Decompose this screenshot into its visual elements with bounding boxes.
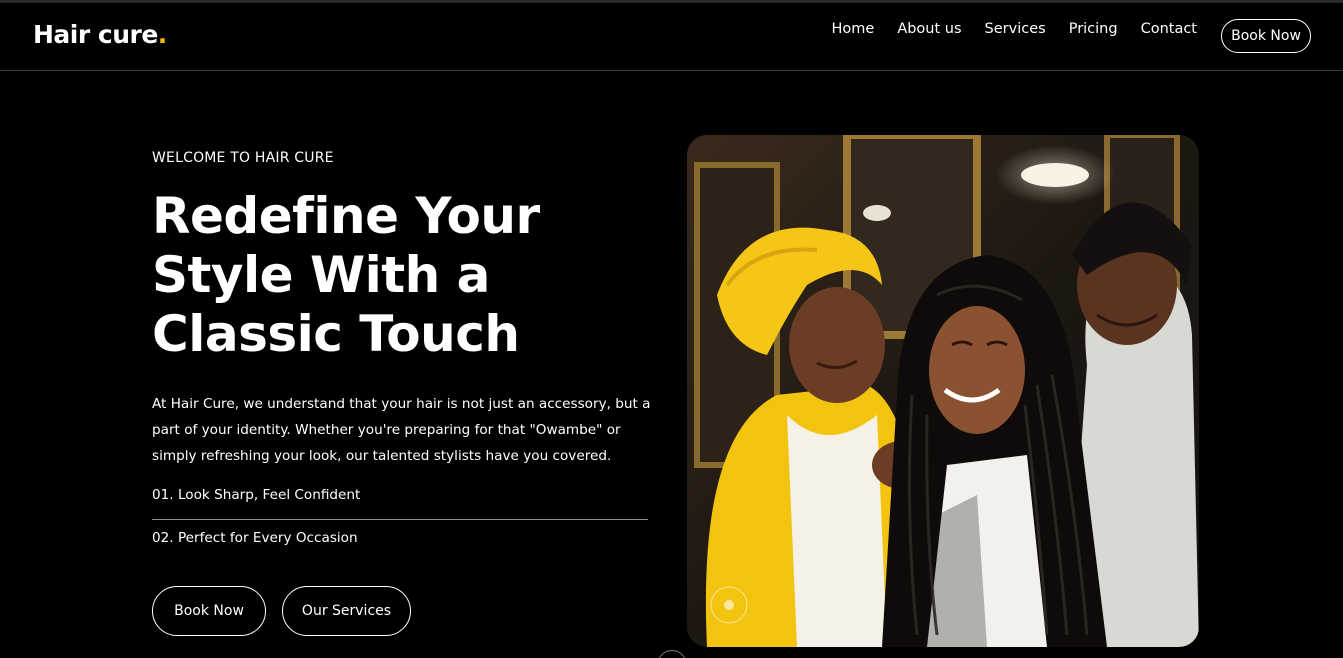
feature-item-1: 01. Look Sharp, Feel Confident: [152, 487, 361, 503]
feature-item-2: 02. Perfect for Every Occasion: [152, 530, 358, 546]
hero-photo: [687, 135, 1199, 647]
scroll-indicator-icon[interactable]: [657, 650, 687, 658]
logo-dot: .: [157, 20, 168, 49]
site-header: Hair cure. Home About us Services Pricin…: [0, 3, 1343, 71]
nav-services[interactable]: Services: [985, 21, 1046, 37]
nav-about-us[interactable]: About us: [897, 21, 961, 37]
hero-title: Redefine Your Style With a Classic Touch: [152, 187, 540, 363]
hero-book-now-button[interactable]: Book Now: [152, 586, 266, 636]
logo[interactable]: Hair cure.: [33, 20, 167, 49]
nav-pricing[interactable]: Pricing: [1069, 21, 1118, 37]
logo-text: Hair cure: [33, 20, 158, 49]
nav-home[interactable]: Home: [831, 21, 874, 37]
hero-text: WELCOME TO HAIR CURE Redefine Your Style…: [152, 150, 652, 364]
salon-photo-illustration: [687, 135, 1199, 647]
our-services-button[interactable]: Our Services: [282, 586, 411, 636]
hero-description: At Hair Cure, we understand that your ha…: [152, 396, 651, 464]
header-book-now-button[interactable]: Book Now: [1221, 19, 1311, 53]
main-nav: Home About us Services Pricing Contact: [831, 21, 1197, 37]
hero-eyebrow: WELCOME TO HAIR CURE: [152, 150, 334, 166]
nav-contact[interactable]: Contact: [1141, 21, 1197, 37]
feature-divider: [152, 519, 648, 520]
